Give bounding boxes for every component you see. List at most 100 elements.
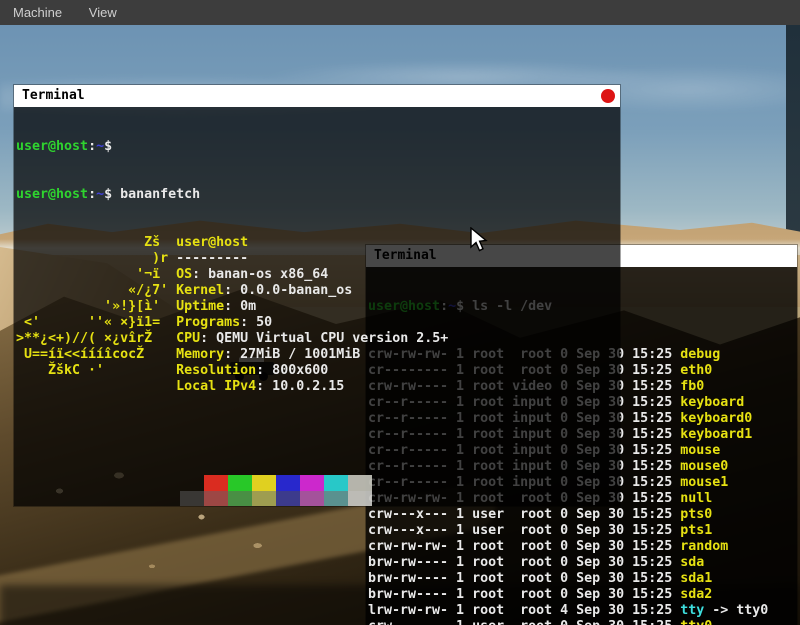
ls-filename: keyboard [680, 395, 744, 410]
palette-swatch [228, 475, 252, 491]
ls-row: crw------- 1 user root 0 Sep 30 15:25 tt… [368, 619, 797, 625]
prompt-colon: : [88, 139, 96, 154]
ls-meta: brw-rw---- 1 root root 0 Sep 30 15:25 [368, 555, 680, 570]
fetch-label: Resolution [176, 363, 256, 378]
menu-item-view[interactable]: View [89, 0, 117, 25]
fetch-line: '¬ï OS: banan-os x86_64 [16, 267, 620, 283]
ls-meta: crw---x--- 1 user root 0 Sep 30 15:25 [368, 523, 680, 538]
terminal-front-title: Terminal [22, 88, 85, 103]
ls-filename: null [680, 491, 712, 506]
ascii-art: ŽškC ·' [16, 363, 176, 378]
palette-swatch [252, 491, 276, 506]
ls-filename: pts1 [680, 523, 712, 538]
ls-filename: pts0 [680, 507, 712, 522]
palette-swatch [348, 491, 372, 506]
fetch-line: Local IPv4: 10.0.2.15 [16, 379, 620, 395]
ls-filename: random [680, 539, 728, 554]
ascii-art: >**¿<+)//( ×¿vîrŽ [16, 331, 176, 346]
ls-meta: crw------- 1 user root 0 Sep 30 15:25 [368, 619, 680, 625]
ls-link-target: -> tty0 [704, 603, 768, 618]
menu-bar: Machine View [0, 0, 800, 25]
ls-filename: debug [680, 347, 720, 362]
ls-filename: eth0 [680, 363, 712, 378]
mouse-cursor-icon [470, 227, 492, 255]
palette-row [180, 491, 620, 506]
blank-line [16, 427, 620, 443]
ls-filename: keyboard1 [680, 427, 752, 442]
color-palette [16, 475, 620, 506]
ls-filename: keyboard0 [680, 411, 752, 426]
palette-swatch [324, 491, 348, 506]
fetch-label: Programs [176, 315, 240, 330]
ascii-art: )r [16, 251, 176, 266]
ls-filename: mouse [680, 443, 720, 458]
vm-screen: Machine View Terminal user@host:~$ ls -l… [0, 0, 800, 625]
fetch-value: : 0m [224, 299, 256, 314]
fetch-line: <' ''« ×}ï1= Programs: 50 [16, 315, 620, 331]
ls-meta: crw-rw-rw- 1 root root 0 Sep 30 15:25 [368, 539, 680, 554]
ls-filename: mouse0 [680, 459, 728, 474]
ls-filename: sda [680, 555, 704, 570]
ascii-art: '»!}[ì' [16, 299, 176, 314]
ls-filename: sda2 [680, 587, 712, 602]
palette-swatch [252, 475, 276, 491]
palette-swatch [324, 475, 348, 491]
terminal-front-titlebar[interactable]: Terminal [14, 85, 620, 107]
fetch-line: Zš user@host [16, 235, 620, 251]
prompt-path: ~ [96, 187, 104, 202]
ls-filename: tty [680, 603, 704, 618]
terminal-window-front: Terminal user@host:~$ user@host:~$ banan… [14, 85, 620, 506]
shell-prompt: user@host:~$ [16, 187, 120, 202]
prompt-path: ~ [96, 139, 104, 154]
ls-meta: lrw-rw-rw- 1 root root 4 Sep 30 15:25 [368, 603, 680, 618]
ls-row: crw---x--- 1 user root 0 Sep 30 15:25 pt… [368, 523, 797, 539]
palette-swatch [204, 491, 228, 506]
terminal-front-content[interactable]: user@host:~$ user@host:~$ bananfetch Zš … [14, 107, 620, 506]
prompt-dollar: $ [104, 187, 120, 202]
menu-item-machine[interactable]: Machine [13, 0, 62, 25]
prompt-colon: : [88, 187, 96, 202]
fetch-value: : 800x600 [256, 363, 328, 378]
fetch-line: '»!}[ì' Uptime: 0m [16, 299, 620, 315]
fetch-title: user@host [176, 235, 248, 250]
close-button[interactable] [601, 89, 615, 103]
fetch-value: : QEMU Virtual CPU version 2.5+ [200, 331, 448, 346]
ls-row: brw-rw---- 1 root root 0 Sep 30 15:25 sd… [368, 587, 797, 603]
ascii-art: '¬ï [16, 267, 176, 282]
fetch-line: >**¿<+)//( ×¿vîrŽ CPU: QEMU Virtual CPU … [16, 331, 620, 347]
ls-row: lrw-rw-rw- 1 root root 4 Sep 30 15:25 tt… [368, 603, 797, 619]
ls-row: crw---x--- 1 user root 0 Sep 30 15:25 pt… [368, 507, 797, 523]
ascii-art: «/¿7' [16, 283, 176, 298]
palette-swatch [276, 491, 300, 506]
fetch-line: ŽškC ·' Resolution: 800x600 [16, 363, 620, 379]
palette-swatch [180, 491, 204, 506]
ascii-art: Zš [16, 235, 176, 250]
ls-meta: crw---x--- 1 user root 0 Sep 30 15:25 [368, 507, 680, 522]
terminal-line: user@host:~$ [16, 139, 620, 155]
desktop-wallpaper: Terminal user@host:~$ ls -l /dev crw-rw-… [0, 25, 800, 625]
fetch-label: Kernel [176, 283, 224, 298]
palette-swatch [204, 475, 228, 491]
ls-filename: sda1 [680, 571, 712, 586]
palette-row [180, 475, 620, 491]
fetch-line: U==íï<<íííîcocŽ Memory: 27MiB / 1001MiB [16, 347, 620, 363]
fetch-line: «/¿7' Kernel: 0.0.0-banan_os [16, 283, 620, 299]
prompt-dollar: $ [104, 139, 120, 154]
ls-meta: brw-rw---- 1 root root 0 Sep 30 15:25 [368, 587, 680, 602]
ls-row: brw-rw---- 1 root root 0 Sep 30 15:25 sd… [368, 571, 797, 587]
fetch-separator: --------- [176, 251, 248, 266]
palette-swatch [348, 475, 372, 491]
ascii-art [16, 379, 176, 394]
palette-swatch [180, 475, 204, 491]
palette-swatch [300, 475, 324, 491]
fetch-value: : 0.0.0-banan_os [224, 283, 352, 298]
ls-filename: fb0 [680, 379, 704, 394]
ls-row: brw-rw---- 1 root root 0 Sep 30 15:25 sd… [368, 555, 797, 571]
fetch-label: Memory [176, 347, 224, 362]
fetch-value: : 10.0.2.15 [256, 379, 344, 394]
prompt-user: user@host [16, 187, 88, 202]
ls-row: crw-rw-rw- 1 root root 0 Sep 30 15:25 ra… [368, 539, 797, 555]
palette-swatch [276, 475, 300, 491]
fetch-value: : 27MiB / 1001MiB [224, 347, 360, 362]
prompt-user: user@host [16, 139, 88, 154]
